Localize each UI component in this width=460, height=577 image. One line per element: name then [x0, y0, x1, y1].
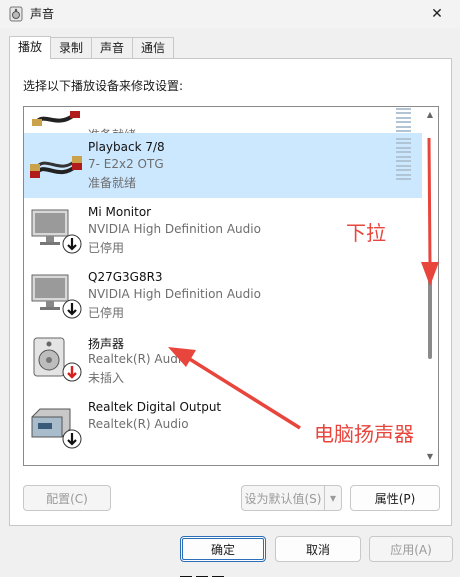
device-name: 扬声器	[88, 337, 125, 351]
device-description: 7- E2x2 OTG	[88, 157, 164, 171]
properties-button[interactable]: 属性(P)	[350, 485, 440, 511]
cancel-button[interactable]: 取消	[275, 536, 361, 562]
tab-bar: 播放 录制 声音 通信	[9, 36, 175, 59]
close-button[interactable]: ✕	[414, 0, 460, 28]
taskbar-fragment	[180, 571, 260, 577]
apply-button[interactable]: 应用(A)	[369, 536, 453, 562]
device-description: NVIDIA High Definition Audio	[88, 222, 261, 236]
configure-button[interactable]: 配置(C)	[23, 485, 111, 511]
chevron-down-icon: ▾	[329, 491, 337, 505]
list-item[interactable]: Playback 7/8 7- E2x2 OTG 准备就绪	[24, 133, 422, 198]
speaker-icon	[9, 6, 23, 22]
monitor-icon	[31, 209, 82, 254]
set-default-button[interactable]: 设为默认值(S)	[241, 485, 325, 511]
scroll-down-icon[interactable]: ▼	[425, 452, 435, 462]
device-name: Mi Monitor	[88, 205, 152, 219]
level-meter	[396, 107, 411, 132]
list-item[interactable]: 扬声器 Realtek(R) Audio 未插入	[24, 328, 422, 393]
set-default-dropdown[interactable]: ▾	[324, 485, 342, 511]
device-name: Q27G3G8R3	[88, 270, 163, 284]
tab-sounds[interactable]: 声音	[91, 37, 134, 59]
digital-output-icon	[31, 408, 82, 449]
level-meter	[396, 138, 411, 180]
device-name: Realtek Digital Output	[88, 400, 222, 414]
annotation-pc-speaker: 电脑扬声器	[314, 422, 414, 446]
list-item[interactable]: Q27G3G8R3 NVIDIA High Definition Audio 已…	[24, 263, 422, 328]
device-status: 已停用	[88, 241, 125, 255]
device-name: Playback 7/8	[88, 140, 165, 154]
ok-button[interactable]: 确定	[180, 536, 266, 562]
rca-cable-icon	[30, 156, 82, 178]
tab-recording[interactable]: 录制	[50, 37, 93, 59]
device-status: 已停用	[88, 306, 125, 320]
list-scrollbar[interactable]: ▲ ▼	[422, 107, 438, 465]
device-description: NVIDIA High Definition Audio	[88, 287, 261, 301]
monitor-icon	[31, 274, 82, 319]
scroll-thumb[interactable]	[428, 279, 432, 359]
tab-playback[interactable]: 播放	[9, 36, 52, 59]
scroll-up-icon[interactable]: ▲	[425, 110, 435, 120]
playback-panel: 选择以下播放设备来修改设置: 准备就绪 Playbac	[9, 58, 452, 526]
title-bar: 声音 ✕	[0, 0, 460, 28]
device-status: 准备就绪	[88, 176, 137, 190]
window-title: 声音	[30, 7, 55, 21]
tab-communications[interactable]: 通信	[132, 37, 175, 59]
device-list[interactable]: 准备就绪 Playback 7/8 7- E2x2 OTG 准备就绪	[23, 106, 439, 466]
device-description: Realtek(R) Audio	[88, 417, 189, 431]
speaker-icon	[33, 337, 82, 382]
panel-prompt: 选择以下播放设备来修改设置:	[23, 79, 184, 93]
device-description: Realtek(R) Audio	[88, 352, 189, 366]
device-status: 未插入	[88, 371, 125, 385]
annotation-scroll-down: 下拉	[346, 221, 386, 245]
